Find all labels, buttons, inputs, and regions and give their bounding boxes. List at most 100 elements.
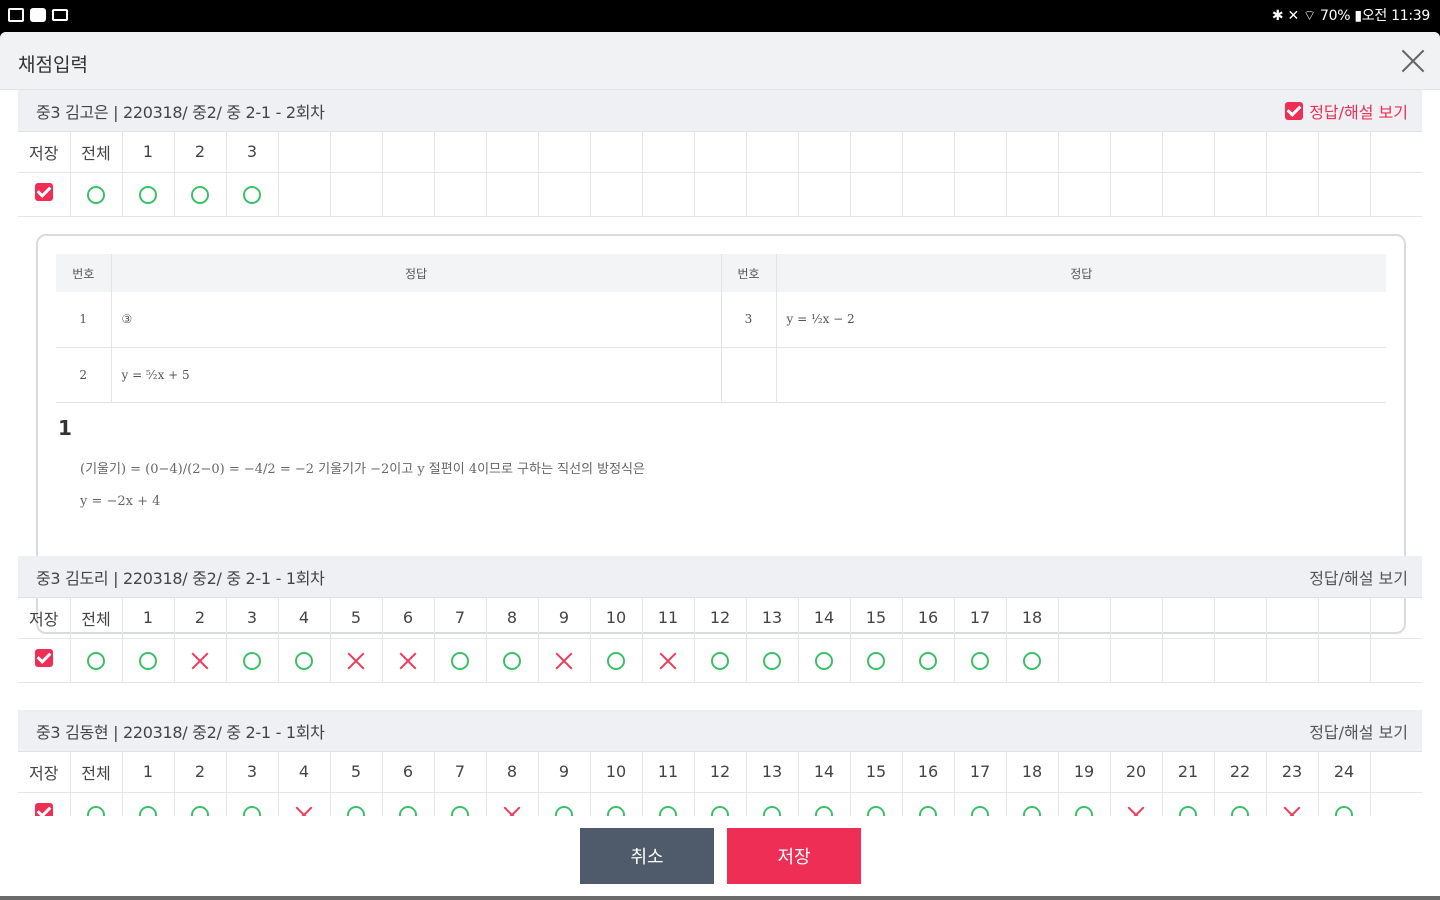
mark-cell[interactable]: [590, 638, 643, 683]
mark-cell[interactable]: [330, 792, 383, 816]
wrong-icon[interactable]: [503, 806, 521, 816]
correct-icon[interactable]: [87, 185, 105, 204]
save-button[interactable]: 저장: [727, 828, 861, 884]
mark-cell[interactable]: [954, 792, 1007, 816]
mark-cell[interactable]: [746, 792, 799, 816]
mark-cell[interactable]: [538, 638, 591, 683]
correct-icon[interactable]: [87, 651, 105, 670]
mark-cell[interactable]: [798, 792, 851, 816]
mark-cell[interactable]: [70, 172, 123, 217]
mark-cell[interactable]: [902, 792, 955, 816]
mark-cell[interactable]: [1266, 792, 1319, 816]
correct-icon[interactable]: [243, 651, 261, 670]
section-list[interactable]: 중3 김고은 | 220318/ 중2/ 중 2-1 - 2회차 정답/해설 보…: [0, 90, 1440, 816]
mark-cell[interactable]: [486, 792, 539, 816]
correct-icon[interactable]: [1179, 805, 1197, 816]
correct-icon[interactable]: [711, 651, 729, 670]
mark-cell[interactable]: [70, 792, 123, 816]
mark-cell[interactable]: [746, 638, 799, 683]
mark-cell[interactable]: [174, 172, 227, 217]
mark-cell[interactable]: [382, 792, 435, 816]
correct-icon[interactable]: [1023, 651, 1041, 670]
correct-icon[interactable]: [867, 651, 885, 670]
wrong-icon[interactable]: [399, 652, 417, 670]
correct-icon[interactable]: [1023, 805, 1041, 816]
correct-icon[interactable]: [1335, 805, 1353, 816]
checkbox-checked-icon[interactable]: [34, 183, 53, 201]
correct-icon[interactable]: [971, 805, 989, 816]
mark-cell[interactable]: [850, 792, 903, 816]
mark-cell[interactable]: [1110, 792, 1163, 816]
mark-cell[interactable]: [278, 792, 331, 816]
mark-cell[interactable]: [122, 792, 175, 816]
correct-icon[interactable]: [1075, 805, 1093, 816]
wrong-icon[interactable]: [295, 806, 313, 816]
wrong-icon[interactable]: [1283, 806, 1301, 816]
mark-cell[interactable]: [226, 638, 279, 683]
mark-cell[interactable]: [382, 638, 435, 683]
correct-icon[interactable]: [451, 651, 469, 670]
mark-cell[interactable]: [330, 638, 383, 683]
mark-cell[interactable]: [1214, 792, 1267, 816]
answer-toggle[interactable]: 정답/해설 보기: [1309, 565, 1408, 589]
correct-icon[interactable]: [139, 805, 157, 816]
correct-icon[interactable]: [191, 805, 209, 816]
mark-cell[interactable]: [1162, 792, 1215, 816]
correct-icon[interactable]: [243, 185, 261, 204]
correct-icon[interactable]: [1231, 805, 1249, 816]
correct-icon[interactable]: [919, 805, 937, 816]
mark-cell[interactable]: [226, 172, 279, 217]
save-checkbox-cell[interactable]: [18, 172, 71, 217]
correct-icon[interactable]: [815, 805, 833, 816]
correct-icon[interactable]: [503, 651, 521, 670]
wrong-icon[interactable]: [1127, 806, 1145, 816]
correct-icon[interactable]: [919, 651, 937, 670]
correct-icon[interactable]: [347, 805, 365, 816]
correct-icon[interactable]: [763, 651, 781, 670]
save-checkbox-cell[interactable]: [18, 638, 71, 683]
close-icon[interactable]: [1400, 48, 1426, 74]
save-checkbox-cell[interactable]: [18, 792, 71, 816]
mark-cell[interactable]: [798, 638, 851, 683]
mark-cell[interactable]: [850, 638, 903, 683]
correct-icon[interactable]: [971, 651, 989, 670]
correct-icon[interactable]: [607, 651, 625, 670]
correct-icon[interactable]: [555, 805, 573, 816]
mark-cell[interactable]: [434, 638, 487, 683]
mark-cell[interactable]: [590, 792, 643, 816]
wrong-icon[interactable]: [659, 652, 677, 670]
correct-icon[interactable]: [815, 651, 833, 670]
mark-cell[interactable]: [1318, 792, 1371, 816]
correct-icon[interactable]: [399, 805, 417, 816]
correct-icon[interactable]: [711, 805, 729, 816]
answer-toggle[interactable]: 정답/해설 보기: [1285, 99, 1408, 123]
correct-icon[interactable]: [451, 805, 469, 816]
mark-cell[interactable]: [694, 792, 747, 816]
wrong-icon[interactable]: [555, 652, 573, 670]
mark-cell[interactable]: [174, 638, 227, 683]
checkbox-checked-icon[interactable]: [1285, 101, 1304, 120]
mark-cell[interactable]: [954, 638, 1007, 683]
correct-icon[interactable]: [867, 805, 885, 816]
correct-icon[interactable]: [295, 651, 313, 670]
mark-cell[interactable]: [486, 638, 539, 683]
correct-icon[interactable]: [659, 805, 677, 816]
mark-cell[interactable]: [174, 792, 227, 816]
correct-icon[interactable]: [243, 805, 261, 816]
mark-cell[interactable]: [1006, 638, 1059, 683]
correct-icon[interactable]: [139, 651, 157, 670]
correct-icon[interactable]: [139, 185, 157, 204]
correct-icon[interactable]: [191, 185, 209, 204]
mark-cell[interactable]: [538, 792, 591, 816]
checkbox-checked-icon[interactable]: [34, 649, 53, 667]
mark-cell[interactable]: [70, 638, 123, 683]
cancel-button[interactable]: 취소: [580, 828, 714, 884]
mark-cell[interactable]: [122, 638, 175, 683]
correct-icon[interactable]: [607, 805, 625, 816]
mark-cell[interactable]: [1006, 792, 1059, 816]
mark-cell[interactable]: [694, 638, 747, 683]
answer-toggle[interactable]: 정답/해설 보기: [1309, 719, 1408, 743]
mark-cell[interactable]: [642, 792, 695, 816]
mark-cell[interactable]: [1058, 792, 1111, 816]
wrong-icon[interactable]: [191, 652, 209, 670]
